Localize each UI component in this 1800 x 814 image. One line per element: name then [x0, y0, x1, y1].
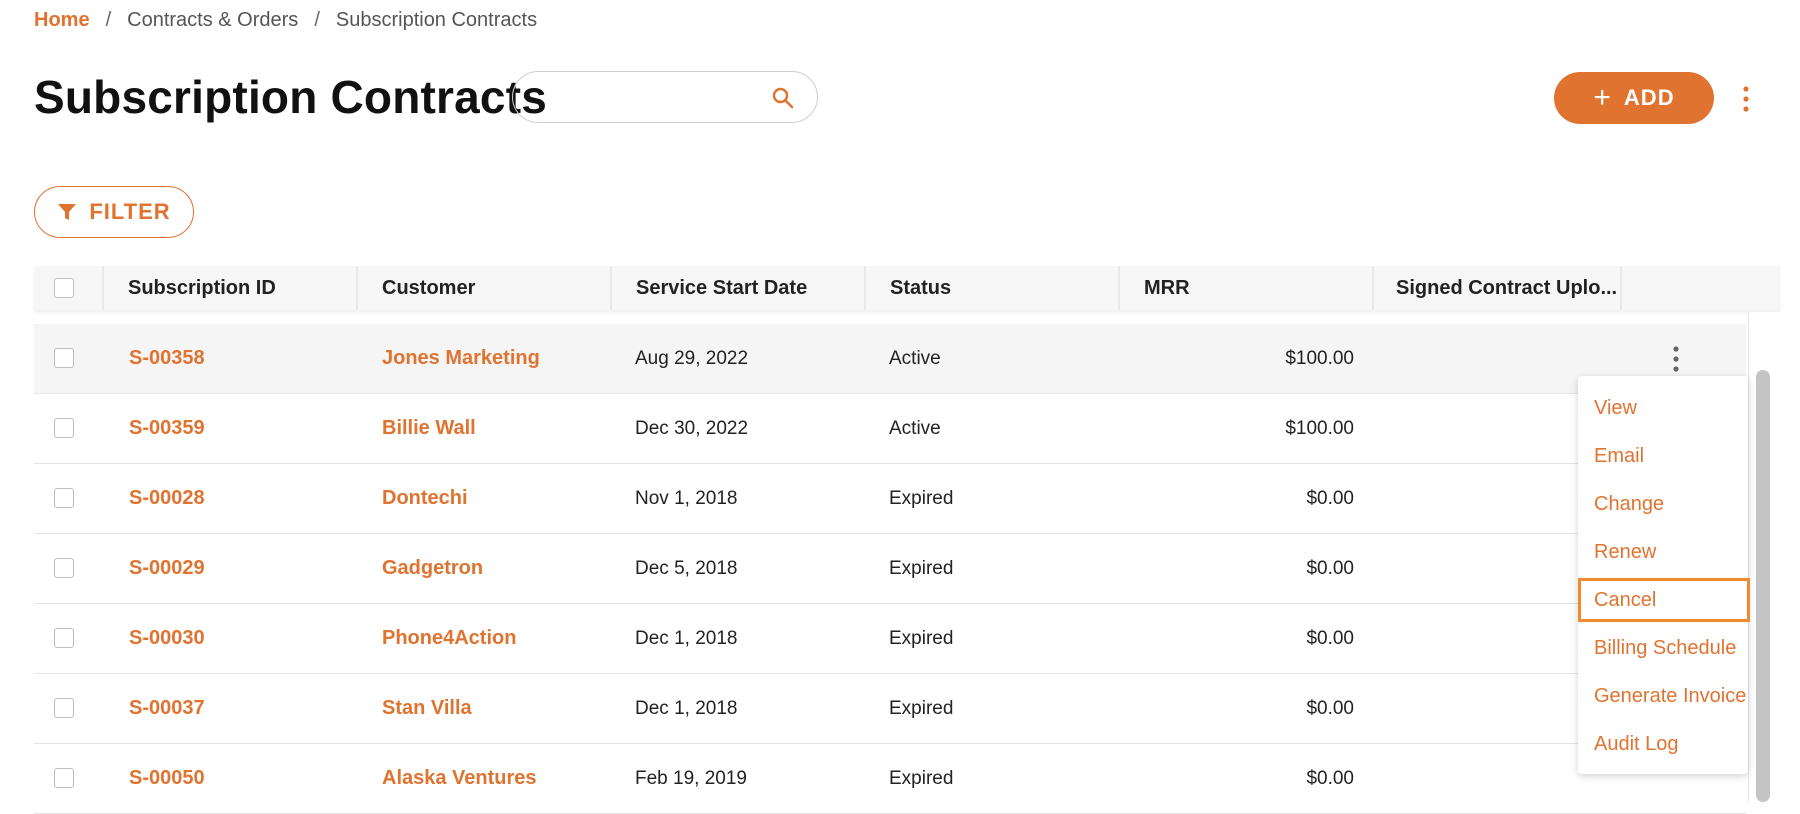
mrr-value: $0.00 — [1306, 768, 1354, 789]
status-text: Expired — [889, 558, 954, 579]
subscription-id-link[interactable]: S-00359 — [129, 394, 205, 463]
select-all-checkbox[interactable] — [54, 278, 74, 298]
menu-item-email[interactable]: Email — [1578, 434, 1748, 478]
row-checkbox[interactable] — [54, 698, 74, 718]
column-header-service-start-date[interactable]: Service Start Date — [636, 266, 807, 310]
row-checkbox[interactable] — [54, 558, 74, 578]
status-text: Expired — [889, 488, 954, 509]
mrr-value: $100.00 — [1285, 348, 1354, 369]
status-text: Expired — [889, 698, 954, 719]
service-start-date: Dec 1, 2018 — [635, 628, 738, 649]
search-box[interactable] — [512, 71, 818, 123]
status-text: Active — [889, 348, 941, 369]
subscription-id-link[interactable]: S-00030 — [129, 604, 205, 673]
table-row[interactable]: S-00359 Billie Wall Dec 30, 2022 Active … — [34, 394, 1746, 464]
customer-link[interactable]: Stan Villa — [382, 674, 472, 743]
breadcrumb: Home / Contracts & Orders / Subscription… — [34, 9, 537, 32]
row-actions-menu: View Email Change Renew Cancel Billing S… — [1578, 376, 1750, 774]
column-header-signed-contract[interactable]: Signed Contract Uplo... — [1396, 266, 1617, 310]
subscription-id-link[interactable]: S-00358 — [129, 324, 205, 393]
service-start-date: Dec 1, 2018 — [635, 698, 738, 719]
table-row[interactable]: S-00028 Dontechi Nov 1, 2018 Expired $0.… — [34, 464, 1746, 534]
add-button[interactable]: + ADD — [1554, 72, 1714, 124]
search-icon[interactable] — [771, 86, 795, 110]
menu-item-renew[interactable]: Renew — [1578, 530, 1748, 574]
column-header-subscription-id[interactable]: Subscription ID — [128, 266, 276, 310]
row-checkbox[interactable] — [54, 768, 74, 788]
service-start-date: Feb 19, 2019 — [635, 768, 747, 789]
menu-item-cancel[interactable]: Cancel — [1578, 578, 1750, 622]
customer-link[interactable]: Jones Marketing — [382, 324, 540, 393]
customer-link[interactable]: Dontechi — [382, 464, 468, 533]
mrr-value: $100.00 — [1285, 418, 1354, 439]
breadcrumb-section-link[interactable]: Contracts & Orders — [127, 9, 298, 32]
subscription-id-link[interactable]: S-00050 — [129, 744, 205, 813]
table-header: Subscription ID Customer Service Start D… — [34, 266, 1780, 310]
status-text: Expired — [889, 628, 954, 649]
menu-item-billing-schedule[interactable]: Billing Schedule — [1578, 626, 1748, 670]
breadcrumb-separator: / — [314, 9, 320, 31]
scrollbar-thumb[interactable] — [1756, 370, 1770, 802]
column-header-customer[interactable]: Customer — [382, 266, 475, 310]
customer-link[interactable]: Billie Wall — [382, 394, 476, 463]
mrr-value: $0.00 — [1306, 698, 1354, 719]
column-header-mrr[interactable]: MRR — [1144, 266, 1190, 310]
menu-item-view[interactable]: View — [1578, 386, 1748, 430]
customer-link[interactable]: Gadgetron — [382, 534, 483, 603]
row-checkbox[interactable] — [54, 488, 74, 508]
table-row[interactable]: S-00358 Jones Marketing Aug 29, 2022 Act… — [34, 324, 1746, 394]
status-text: Expired — [889, 768, 954, 789]
mrr-value: $0.00 — [1306, 488, 1354, 509]
menu-item-change[interactable]: Change — [1578, 482, 1748, 526]
row-checkbox[interactable] — [54, 418, 74, 438]
breadcrumb-current: Subscription Contracts — [335, 9, 538, 31]
mrr-value: $0.00 — [1306, 558, 1354, 579]
filter-button-label: FILTER — [89, 199, 171, 224]
column-header-status[interactable]: Status — [890, 266, 951, 310]
row-checkbox[interactable] — [54, 348, 74, 368]
plus-icon: + — [1593, 81, 1612, 114]
table-row[interactable]: S-00050 Alaska Ventures Feb 19, 2019 Exp… — [34, 744, 1746, 814]
add-button-label: ADD — [1623, 85, 1675, 110]
service-start-date: Nov 1, 2018 — [635, 488, 738, 509]
menu-item-generate-invoice[interactable]: Generate Invoice — [1578, 674, 1748, 718]
service-start-date: Dec 5, 2018 — [635, 558, 738, 579]
subscription-id-link[interactable]: S-00029 — [129, 534, 205, 603]
table-row[interactable]: S-00030 Phone4Action Dec 1, 2018 Expired… — [34, 604, 1746, 674]
row-checkbox[interactable] — [54, 628, 74, 648]
page-title: Subscription Contracts — [34, 71, 548, 123]
filter-button[interactable]: FILTER — [34, 186, 194, 238]
more-options-icon[interactable] — [1736, 84, 1756, 114]
status-text: Active — [889, 418, 941, 439]
search-input[interactable] — [533, 82, 767, 114]
menu-item-audit-log[interactable]: Audit Log — [1578, 722, 1748, 766]
breadcrumb-separator: / — [105, 9, 112, 31]
row-actions-icon[interactable] — [1666, 344, 1686, 374]
table-row[interactable]: S-00037 Stan Villa Dec 1, 2018 Expired $… — [34, 674, 1746, 744]
customer-link[interactable]: Phone4Action — [382, 604, 516, 673]
customer-link[interactable]: Alaska Ventures — [382, 744, 537, 813]
breadcrumb-home-link[interactable]: Home — [34, 9, 90, 32]
table-row[interactable]: S-00029 Gadgetron Dec 5, 2018 Expired $0… — [34, 534, 1746, 604]
filter-icon — [58, 204, 77, 220]
service-start-date: Aug 29, 2022 — [635, 348, 749, 369]
mrr-value: $0.00 — [1306, 628, 1354, 649]
subscription-id-link[interactable]: S-00037 — [129, 674, 205, 743]
subscription-id-link[interactable]: S-00028 — [129, 464, 205, 533]
service-start-date: Dec 30, 2022 — [635, 418, 749, 439]
